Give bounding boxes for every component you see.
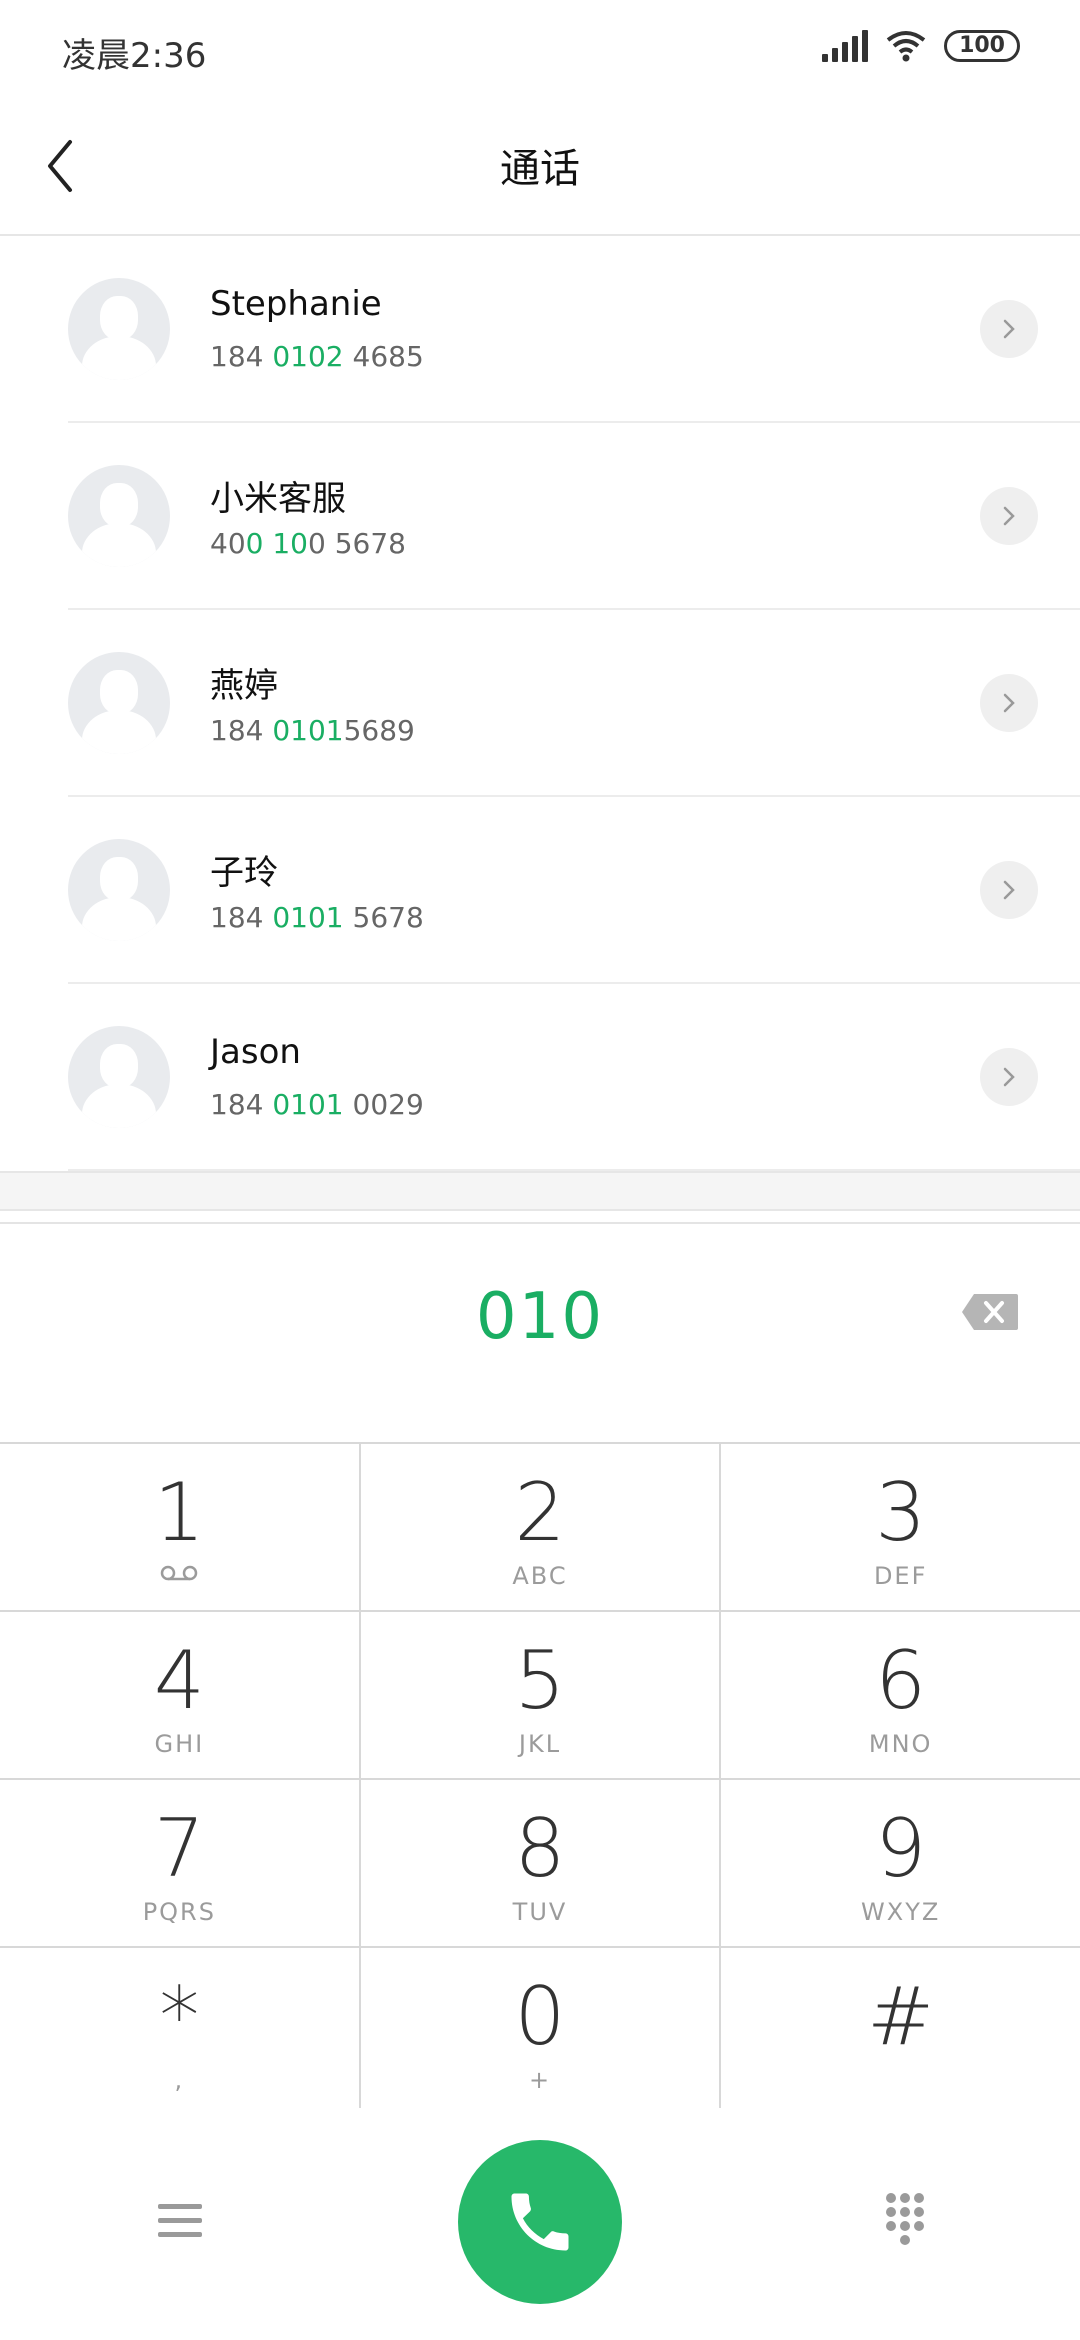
key-2[interactable]: 2 ABC: [358, 1444, 720, 1610]
chevron-right-icon: [1003, 693, 1015, 713]
status-bar: 凌晨2:36 100: [0, 0, 1080, 100]
key-digit: 3: [875, 1466, 927, 1559]
status-time: 凌晨2:36: [62, 36, 207, 76]
contact-detail-button[interactable]: [980, 300, 1038, 358]
key-letters: PQRS: [142, 1898, 216, 1926]
avatar: [68, 465, 170, 567]
avatar: [68, 652, 170, 754]
contact-detail-button[interactable]: [980, 674, 1038, 732]
contact-number: 184 01015689: [210, 714, 415, 747]
status-icons: 100: [822, 30, 1020, 62]
key-digit: *: [159, 1970, 200, 2063]
contact-detail-button[interactable]: [980, 1048, 1038, 1106]
key-digit: 6: [875, 1634, 927, 1727]
key-digit: 8: [514, 1802, 566, 1895]
key-6[interactable]: 6 MNO: [719, 1612, 1080, 1778]
contact-row[interactable]: 子玲 184 0101 5678: [0, 797, 1080, 984]
call-button[interactable]: [458, 2140, 622, 2304]
key-digit: 4: [153, 1634, 205, 1727]
list-divider: [0, 1171, 1080, 1211]
contact-number: 184 0101 5678: [210, 901, 424, 934]
chevron-right-icon: [1003, 1067, 1015, 1087]
dial-input-display: 010: [0, 1222, 1080, 1444]
chevron-right-icon: [1003, 506, 1015, 526]
key-digit: #: [867, 1970, 935, 2063]
dialpad: 1 2 ABC 3 DEF 4 GHI 5 JKL 6 MNO 7 PQRS 8…: [0, 1442, 1080, 2116]
key-letters: JKL: [518, 1730, 562, 1758]
key-digit: 7: [153, 1802, 205, 1895]
avatar: [68, 278, 170, 380]
key-4[interactable]: 4 GHI: [0, 1612, 359, 1778]
menu-icon: [158, 2204, 202, 2237]
battery-indicator: 100: [944, 30, 1020, 62]
key-letters: GHI: [154, 1730, 205, 1758]
contact-name: 子玲: [210, 853, 278, 893]
chevron-right-icon: [1003, 880, 1015, 900]
key-letters: ABC: [512, 1562, 568, 1590]
key-letters: +: [528, 2066, 552, 2094]
contact-name: 燕婷: [210, 666, 278, 706]
voicemail-icon: [0, 1564, 359, 1582]
contact-number: 184 0101 0029: [210, 1088, 424, 1121]
key-3[interactable]: 3 DEF: [719, 1444, 1080, 1610]
dialed-digits: 010: [475, 1280, 605, 1354]
phone-icon: [511, 2193, 569, 2251]
signal-icon: [822, 30, 869, 62]
backspace-icon: [962, 1294, 1018, 1330]
key-digit: 5: [514, 1634, 566, 1727]
contact-name: Jason: [210, 1032, 301, 1072]
key-digit: 9: [875, 1802, 927, 1895]
page-title: 通话: [500, 146, 580, 192]
chevron-right-icon: [1003, 319, 1015, 339]
contact-row[interactable]: Jason 184 0101 0029: [0, 984, 1080, 1171]
contact-list: Stephanie 184 0102 4685 小米客服 400 100 567…: [0, 236, 1080, 1171]
key-letters: MNO: [868, 1730, 933, 1758]
key-1[interactable]: 1: [0, 1444, 359, 1610]
avatar: [68, 1026, 170, 1128]
header: 通话: [0, 100, 1080, 236]
key-digit: 0: [514, 1970, 566, 2063]
wifi-icon: [886, 31, 926, 62]
key-9[interactable]: 9 WXYZ: [719, 1780, 1080, 1946]
key-digit: 2: [514, 1466, 566, 1559]
contact-row[interactable]: 小米客服 400 100 5678: [0, 423, 1080, 610]
key-8[interactable]: 8 TUV: [358, 1780, 720, 1946]
key-letters: ,: [174, 2066, 185, 2094]
contact-number: 184 0102 4685: [210, 340, 424, 373]
key-7[interactable]: 7 PQRS: [0, 1780, 359, 1946]
dialpad-icon: [886, 2193, 924, 2245]
contact-number: 400 100 5678: [210, 527, 406, 560]
key-digit: 1: [153, 1466, 205, 1559]
contact-name: Stephanie: [210, 284, 382, 324]
contact-name: 小米客服: [210, 479, 346, 519]
key-hash[interactable]: #: [719, 1948, 1080, 2114]
contact-detail-button[interactable]: [980, 861, 1038, 919]
dialpad-toggle-button[interactable]: [880, 2188, 930, 2248]
menu-button[interactable]: [150, 2196, 210, 2246]
backspace-button[interactable]: [960, 1292, 1020, 1332]
key-5[interactable]: 5 JKL: [358, 1612, 720, 1778]
contact-row[interactable]: Stephanie 184 0102 4685: [0, 236, 1080, 423]
contact-detail-button[interactable]: [980, 487, 1038, 545]
avatar: [68, 839, 170, 941]
key-letters: DEF: [873, 1562, 928, 1590]
key-0[interactable]: 0 +: [358, 1948, 720, 2114]
key-letters: TUV: [512, 1898, 568, 1926]
bottom-bar: [0, 2108, 1080, 2340]
key-star[interactable]: * ,: [0, 1948, 359, 2114]
key-letters: WXYZ: [861, 1898, 941, 1926]
contact-row[interactable]: 燕婷 184 01015689: [0, 610, 1080, 797]
